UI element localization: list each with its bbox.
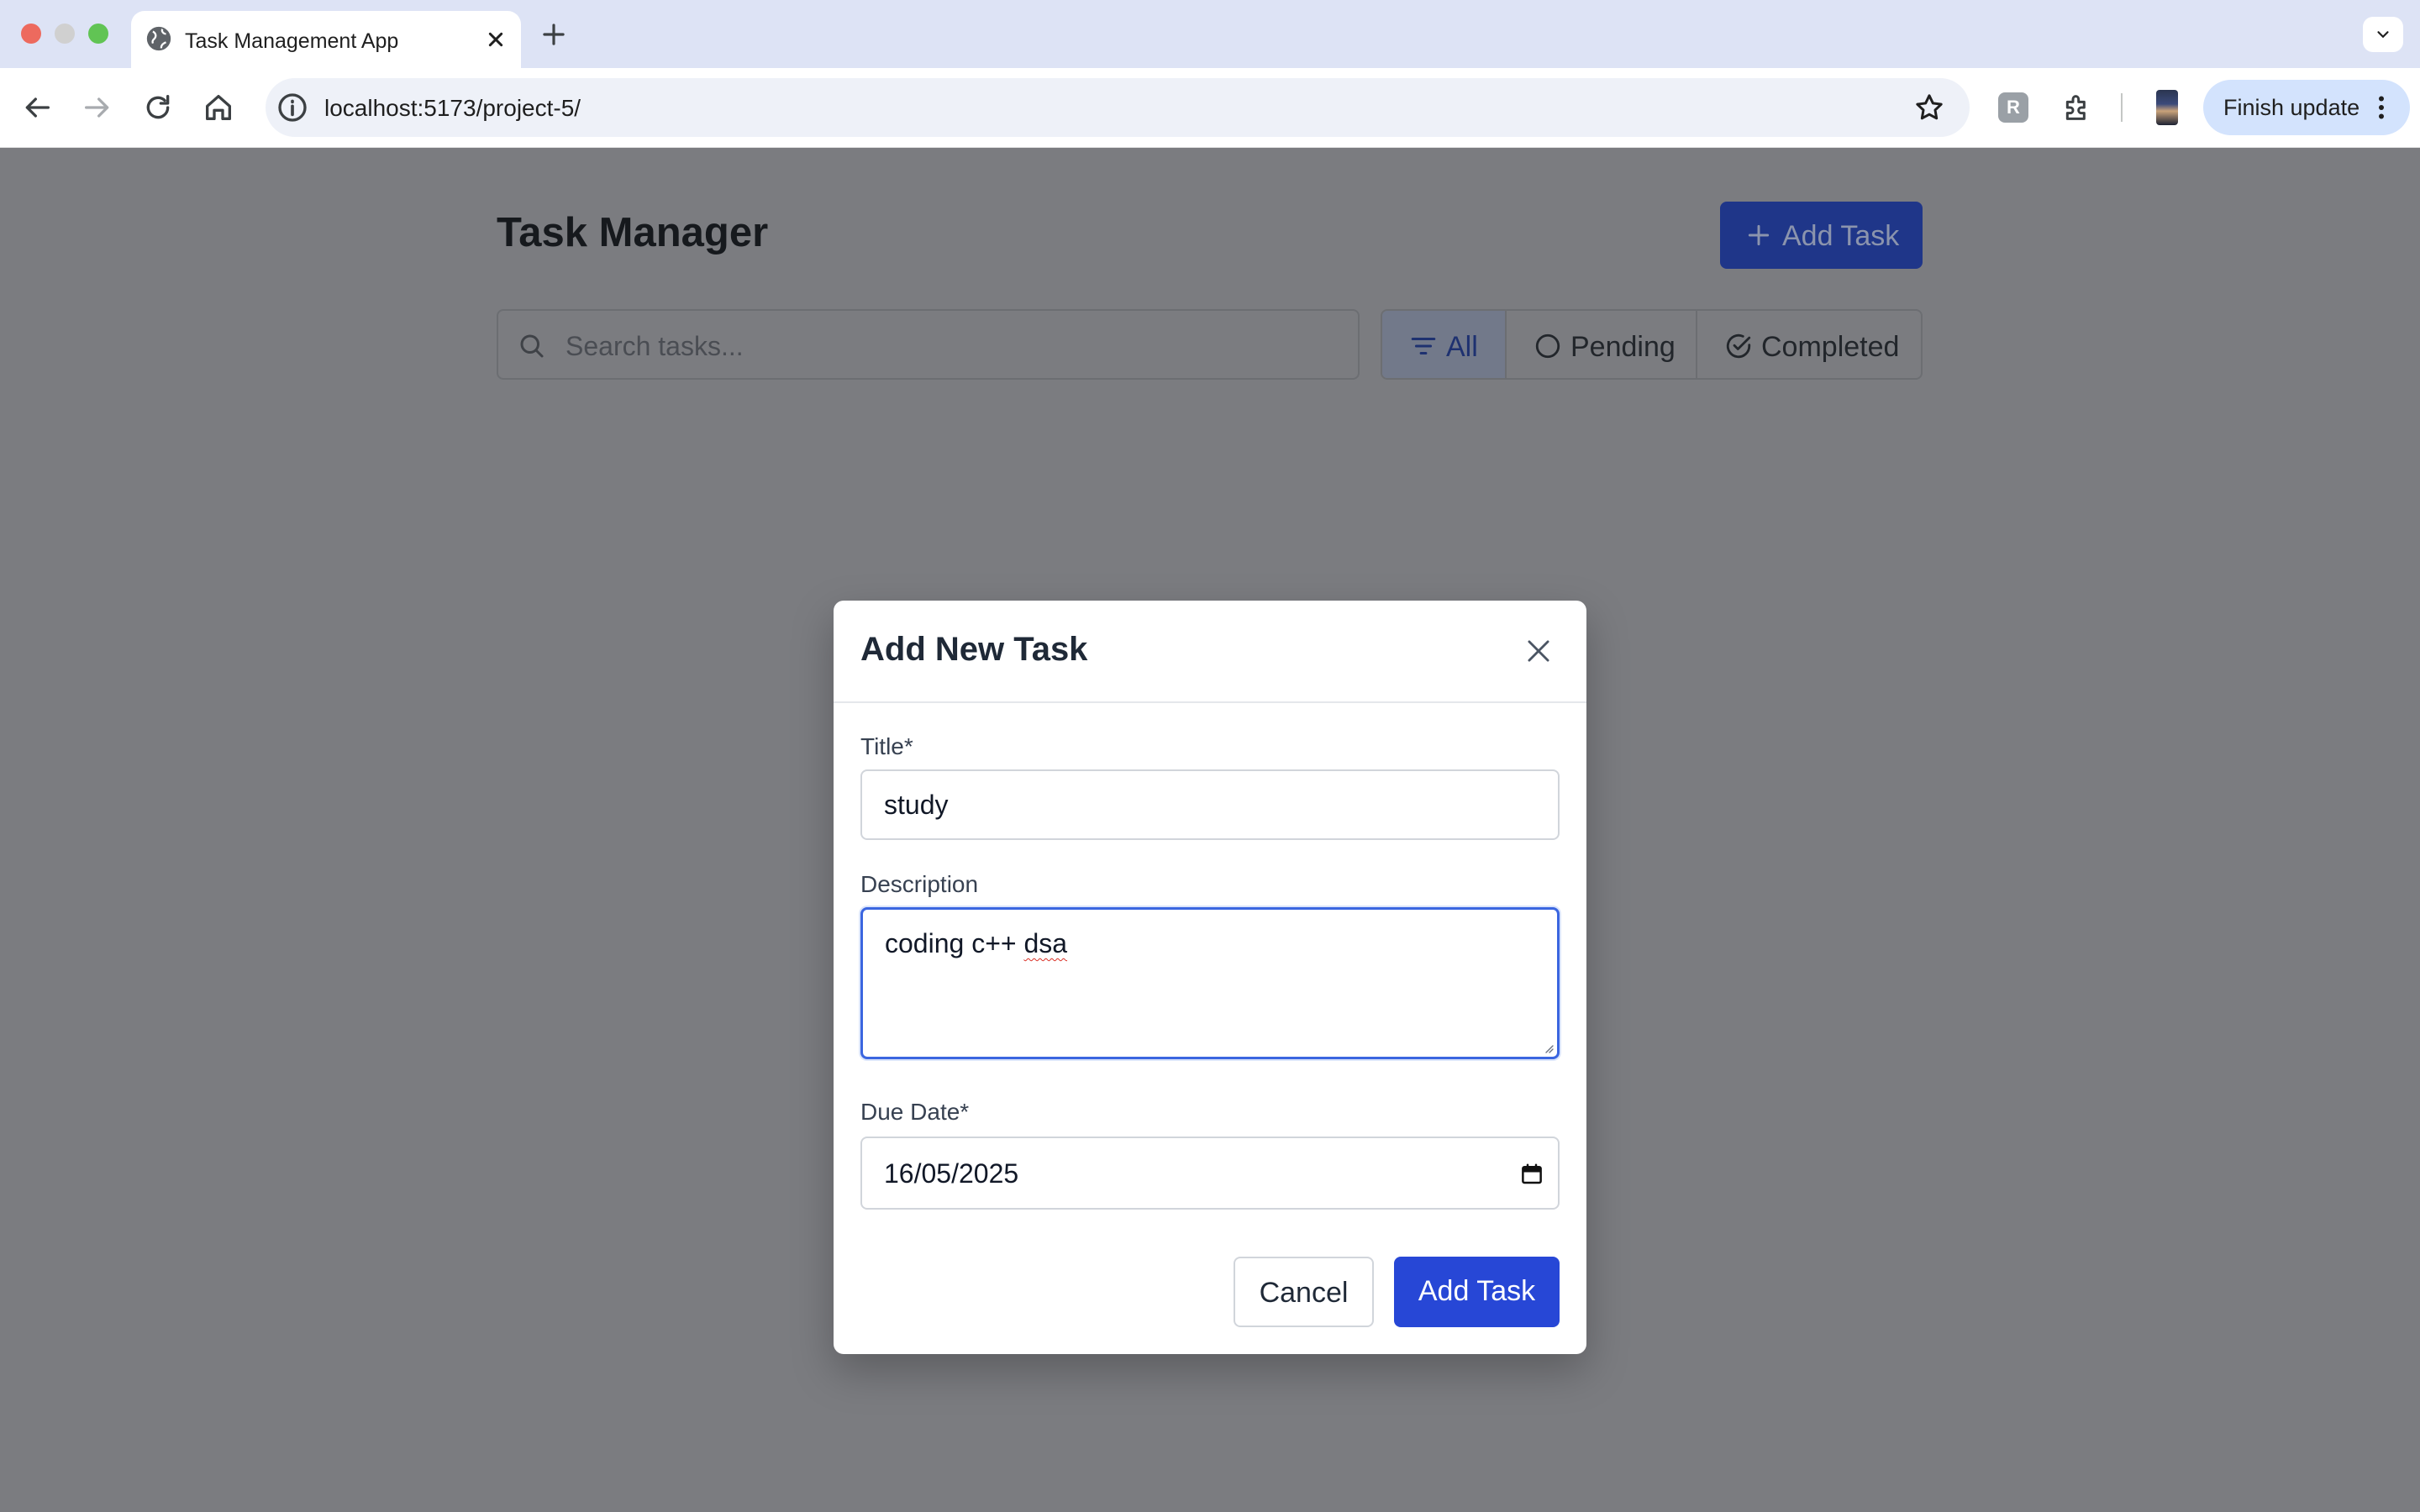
- window-close-button[interactable]: [21, 24, 41, 44]
- circle-icon: [1535, 333, 1560, 359]
- calendar-icon[interactable]: [1519, 1162, 1544, 1187]
- reload-icon[interactable]: [141, 91, 175, 124]
- more-vertical-icon[interactable]: [2366, 92, 2396, 123]
- plus-icon: [1748, 224, 1770, 246]
- tab-search-button[interactable]: [2363, 17, 2403, 52]
- cancel-button[interactable]: Cancel: [1234, 1257, 1374, 1327]
- modal-title: Add New Task: [860, 631, 1088, 668]
- page-backdrop: Task Manager Add Task Search tasks... Al…: [0, 148, 2420, 1512]
- add-task-button[interactable]: Add Task: [1720, 202, 1923, 269]
- filter-completed-button[interactable]: Completed: [1696, 311, 1921, 378]
- filter-completed-label: Completed: [1761, 331, 1900, 363]
- filter-all-label: All: [1446, 331, 1478, 363]
- extension-r-icon[interactable]: R: [1998, 92, 2028, 123]
- description-text: coding c++: [885, 928, 1024, 958]
- finish-update-button[interactable]: Finish update: [2203, 80, 2410, 135]
- add-task-modal: Add New Task Title* study Description co…: [834, 601, 1586, 1354]
- check-circle-icon: [1726, 333, 1751, 359]
- new-tab-plus-icon[interactable]: [538, 18, 570, 50]
- modal-header: Add New Task: [834, 601, 1586, 703]
- finish-update-label: Finish update: [2223, 95, 2360, 120]
- resize-handle-icon[interactable]: [1542, 1042, 1554, 1053]
- window-minimize-button[interactable]: [55, 24, 75, 44]
- globe-icon: [146, 26, 171, 51]
- description-textarea[interactable]: coding c++ dsa: [860, 907, 1560, 1059]
- page-title: Task Manager: [497, 210, 769, 255]
- browser-toolbar: localhost:5173/project-5/ R Finish updat…: [0, 68, 2420, 148]
- status-filter-group: All Pending Completed: [1381, 309, 1923, 380]
- cancel-label: Cancel: [1259, 1277, 1349, 1309]
- close-tab-icon[interactable]: [482, 26, 509, 53]
- search-placeholder: Search tasks...: [566, 331, 744, 361]
- bookmark-star-icon[interactable]: [1912, 91, 1946, 124]
- filter-pending-label: Pending: [1570, 331, 1676, 363]
- due-date-field[interactable]: 16/05/2025: [860, 1137, 1560, 1210]
- address-bar[interactable]: localhost:5173/project-5/: [266, 78, 1970, 137]
- home-icon[interactable]: [202, 91, 235, 124]
- title-field-value: study: [884, 790, 949, 820]
- filter-pending-button[interactable]: Pending: [1505, 311, 1696, 378]
- toolbar-divider: [2121, 93, 2123, 122]
- window-maximize-button[interactable]: [88, 24, 108, 44]
- site-info-icon[interactable]: [276, 91, 309, 124]
- chevron-down-icon: [2377, 31, 2389, 39]
- extensions-puzzle-icon[interactable]: [2060, 91, 2094, 124]
- search-input[interactable]: Search tasks...: [497, 309, 1360, 380]
- filter-all-button[interactable]: All: [1382, 311, 1505, 378]
- spellcheck-word[interactable]: dsa: [1023, 928, 1067, 958]
- add-task-label: Add Task: [1782, 220, 1900, 252]
- browser-tab-active[interactable]: Task Management App: [131, 11, 521, 68]
- title-field-label: Title*: [860, 733, 913, 759]
- due-date-value: 16/05/2025: [884, 1158, 1019, 1189]
- close-icon[interactable]: [1523, 635, 1555, 667]
- tab-title: Task Management App: [185, 29, 399, 53]
- due-date-field-label: Due Date*: [860, 1099, 970, 1125]
- back-arrow-icon[interactable]: [20, 91, 54, 124]
- submit-add-task-button[interactable]: Add Task: [1394, 1257, 1560, 1327]
- browser-tab-bar: Task Management App: [0, 0, 2420, 68]
- url-text[interactable]: localhost:5173/project-5/: [324, 95, 581, 122]
- profile-avatar[interactable]: [2156, 90, 2178, 125]
- title-field[interactable]: study: [860, 769, 1560, 840]
- description-value: coding c++ dsa: [885, 928, 1067, 959]
- search-icon: [520, 334, 544, 358]
- description-field-label: Description: [860, 871, 979, 897]
- forward-arrow-icon[interactable]: [81, 91, 114, 124]
- submit-label: Add Task: [1418, 1275, 1536, 1307]
- filter-icon: [1411, 337, 1436, 355]
